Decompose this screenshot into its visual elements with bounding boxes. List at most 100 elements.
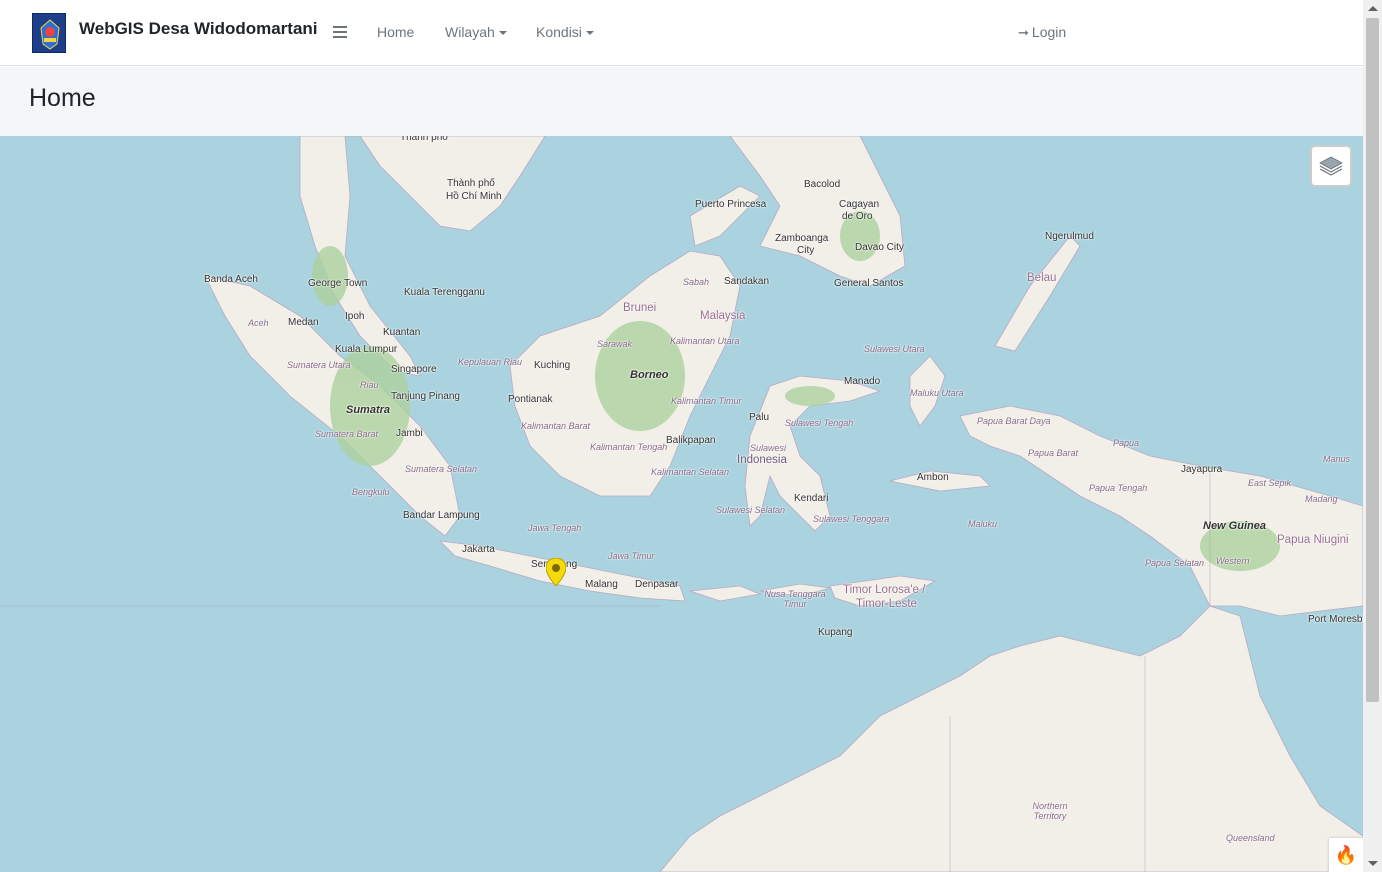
map-label: East Sepik — [1248, 478, 1292, 488]
map-label: Ipoh — [345, 311, 365, 322]
map-label: Timor-Leste — [856, 598, 917, 610]
content-header: Home — [0, 67, 1363, 136]
map-label: Sulawesi Tenggara — [813, 514, 890, 524]
map-marker-icon[interactable] — [545, 557, 567, 587]
hamburger-icon[interactable] — [333, 26, 347, 38]
map-label: Malang — [585, 579, 618, 590]
nav-login-label: Login — [1031, 24, 1067, 40]
map-label: Sumatera Barat — [315, 429, 379, 439]
map-label: Indonesia — [737, 454, 787, 466]
map-label: Timor Lorosa'e / — [843, 584, 926, 596]
map-label: Kuala Lumpur — [335, 344, 398, 355]
nav-wilayah-label: Wilayah — [445, 24, 495, 40]
map-label: Kuching — [534, 360, 571, 371]
map-label: Kalimantan Timur — [671, 396, 742, 406]
map-label: Jawa Timur — [608, 551, 655, 561]
page-title: Home — [29, 84, 96, 112]
map-label: Western — [1216, 556, 1250, 566]
map-label: Maluku — [968, 519, 998, 529]
map-label: Sumatera Utara — [287, 360, 351, 370]
layers-icon — [1319, 156, 1343, 176]
map-label: Thành phố — [447, 178, 495, 189]
map-label: Papua Barat Daya — [977, 416, 1051, 426]
caret-down-icon — [585, 31, 594, 36]
map-label: Queensland — [1226, 833, 1275, 843]
map-label: Kepulauan Riau — [458, 357, 523, 367]
map-label: City — [797, 245, 815, 256]
nav-wilayah-dropdown[interactable]: Wilayah — [445, 24, 507, 40]
sign-in-icon: ➞ — [1018, 25, 1029, 40]
map-label: Sarawak — [597, 339, 633, 349]
map-label: Ambon — [917, 472, 949, 483]
map-label: Riau — [360, 380, 379, 390]
map-label: Kalimantan Utara — [670, 336, 740, 346]
fire-icon[interactable]: 🔥 — [1329, 838, 1363, 872]
map-label: Jakarta — [462, 544, 495, 555]
map-label: Papua Barat — [1028, 448, 1079, 458]
map-label: Zamboanga — [775, 233, 829, 244]
map-label: Jambi — [396, 428, 423, 439]
layers-control-button[interactable] — [1310, 145, 1352, 187]
map-label: de Oro — [842, 211, 873, 222]
scroll-up-arrow-icon[interactable] — [1368, 6, 1378, 11]
map-basemap — [0, 136, 1363, 872]
map-label: Singapore — [391, 364, 437, 375]
map-label: Borneo — [630, 369, 669, 381]
map-label: Sandakan — [724, 276, 770, 287]
map-label: General Santos — [834, 278, 904, 289]
map-label: Cagayan — [839, 199, 880, 210]
map-label: Port Moresby — [1308, 614, 1363, 625]
map-label: Maluku Utara — [910, 388, 964, 398]
map-label: Aceh — [248, 318, 269, 328]
scroll-down-arrow-icon[interactable] — [1368, 861, 1378, 866]
page-scrollbar[interactable] — [1363, 0, 1382, 872]
map-label: Tanjung Pinang — [391, 391, 460, 402]
map-label: Banda Aceh — [204, 274, 258, 285]
map-label: Balikpapan — [666, 435, 716, 446]
map-label: Sulawesi Tengah — [785, 418, 854, 428]
brand-logo[interactable] — [32, 13, 66, 53]
map-label: Papua Selatan — [1145, 558, 1205, 568]
map-label: Davao City — [855, 242, 904, 253]
map-label: Pontianak — [508, 394, 553, 405]
map-label: Papua — [1113, 438, 1140, 448]
map-label: Hồ Chí Minh — [446, 191, 502, 202]
map-label: Sulawesi Selatan — [716, 505, 786, 515]
map-view[interactable]: Thành phố Thành phố Hồ Chí Minh Puerto P… — [0, 136, 1363, 872]
map-label: Kuantan — [383, 327, 421, 338]
map-label: Kalimantan Selatan — [651, 467, 730, 477]
brand-title[interactable]: WebGIS Desa Widodomartani — [79, 19, 318, 39]
map-label: Papua Niugini — [1277, 534, 1349, 546]
map-label: Northern Territory — [1032, 801, 1068, 821]
caret-down-icon — [498, 31, 507, 36]
map-label: Kupang — [818, 627, 853, 638]
map-label: Sulawesi Utara — [864, 344, 925, 354]
map-label: Denpasar — [635, 579, 679, 590]
map-label: Kuala Terengganu — [404, 287, 485, 298]
map-label: Sumatra — [346, 404, 391, 416]
nav-kondisi-label: Kondisi — [536, 24, 582, 40]
map-label: Sulawesi — [750, 443, 787, 453]
map-label: Medan — [288, 317, 319, 328]
map-label: Brunei — [623, 302, 657, 314]
nav-kondisi-dropdown[interactable]: Kondisi — [536, 24, 594, 40]
map-label: Manado — [844, 376, 881, 387]
map-label: Malaysia — [700, 310, 746, 322]
map-label: Puerto Princesa — [695, 199, 767, 210]
map-label: Jayapura — [1181, 464, 1223, 475]
nav-login-link[interactable]: ➞ Login — [1018, 24, 1066, 41]
map-label: Kendari — [794, 493, 829, 504]
map-label: Kalimantan Barat — [521, 421, 591, 431]
map-label: Sumatera Selatan — [405, 464, 478, 474]
map-label: Jawa Tengah — [528, 523, 582, 533]
map-label: Bandar Lampung — [403, 510, 480, 521]
map-label: Belau — [1027, 272, 1057, 284]
map-label: Kalimantan Tengah — [590, 442, 668, 452]
top-navbar: WebGIS Desa Widodomartani Home Wilayah K… — [0, 0, 1363, 66]
scrollbar-thumb[interactable] — [1366, 18, 1379, 702]
nav-home-link[interactable]: Home — [377, 24, 414, 40]
map-label: Manus — [1323, 454, 1351, 464]
map-label: Thành phố — [400, 136, 448, 143]
map-label: Madang — [1305, 494, 1338, 504]
map-label: Ngerulmud — [1045, 231, 1094, 242]
